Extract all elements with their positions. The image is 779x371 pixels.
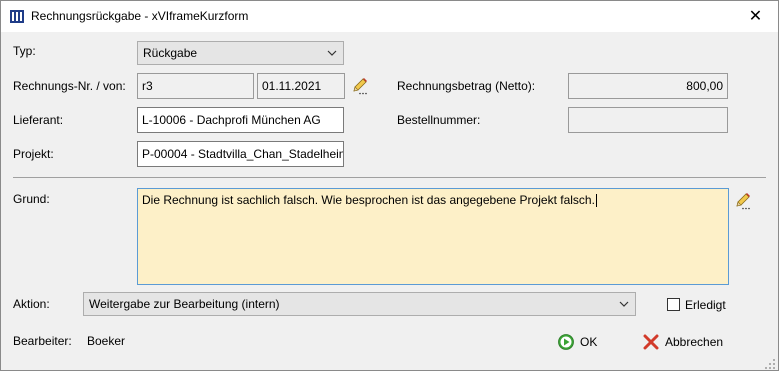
grund-textarea[interactable]: Die Rechnung ist sachlich falsch. Wie be…	[137, 188, 729, 285]
ok-label: OK	[580, 335, 598, 349]
aktion-dropdown[interactable]: Weitergabe zur Bearbeitung (intern)	[83, 292, 636, 316]
close-icon: ✕	[748, 8, 763, 25]
bestellnummer-field[interactable]	[568, 107, 728, 133]
window-title: Rechnungsrückgabe - xVIframeKurzform	[31, 9, 249, 23]
grund-text: Die Rechnung ist sachlich falsch. Wie be…	[142, 193, 595, 207]
close-button[interactable]: ✕	[733, 1, 778, 32]
text-caret	[595, 194, 597, 207]
green-play-icon	[558, 334, 574, 350]
ok-button[interactable]: OK	[558, 330, 618, 354]
resize-grip-icon[interactable]	[764, 358, 776, 370]
bearbeiter-label: Bearbeiter:	[13, 334, 72, 348]
cancel-label: Abbrechen	[665, 335, 724, 349]
typ-label: Typ:	[13, 44, 36, 58]
lieferant-label: Lieferant:	[13, 113, 64, 127]
projekt-field[interactable]: P-00004 - Stadtvilla_Chan_Stadelheim_	[137, 141, 344, 167]
title-bar: Rechnungsrückgabe - xVIframeKurzform ✕	[1, 1, 778, 32]
erledigt-checkbox[interactable]	[667, 298, 680, 311]
rechnungsbetrag-field[interactable]: 800,00	[568, 73, 728, 99]
aktion-label: Aktion:	[13, 297, 50, 311]
bestellnummer-label: Bestellnummer:	[397, 113, 481, 127]
rechnungs-date-field[interactable]: 01.11.2021	[257, 73, 345, 99]
bearbeiter-value: Boeker	[87, 334, 126, 348]
app-icon	[10, 10, 24, 23]
chevron-down-icon	[619, 301, 629, 307]
pencil-icon[interactable]	[351, 77, 369, 95]
aktion-value: Weitergabe zur Bearbeitung (intern)	[89, 297, 280, 311]
rechnungsbetrag-label: Rechnungsbetrag (Netto):	[397, 79, 536, 93]
cancel-button[interactable]: Abbrechen	[643, 330, 733, 354]
grund-label: Grund:	[13, 192, 50, 206]
rechnungs-nr-label: Rechnungs-Nr. / von:	[13, 79, 126, 93]
typ-dropdown[interactable]: Rückgabe	[137, 41, 344, 65]
chevron-down-icon	[327, 50, 337, 56]
lieferant-field[interactable]: L-10006 - Dachprofi München AG	[137, 107, 344, 133]
separator	[13, 177, 766, 178]
pencil-icon[interactable]	[734, 192, 752, 210]
erledigt-label[interactable]: Erledigt	[685, 298, 726, 312]
dialog-window: Rechnungsrückgabe - xVIframeKurzform ✕ T…	[0, 0, 779, 371]
rechnungs-nr-field[interactable]: r3	[137, 73, 254, 99]
projekt-label: Projekt:	[13, 147, 54, 161]
typ-value: Rückgabe	[143, 46, 198, 60]
red-x-icon	[643, 334, 659, 350]
